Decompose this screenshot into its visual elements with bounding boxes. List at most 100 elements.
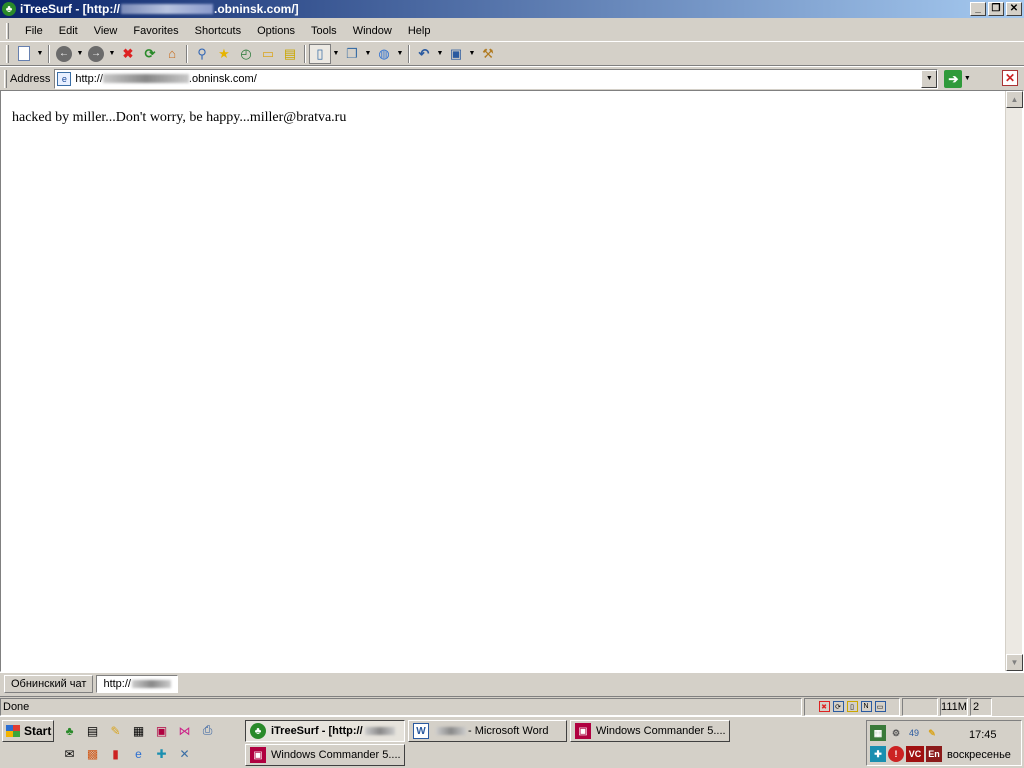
- language-indicator[interactable]: En: [926, 746, 942, 762]
- mail-launch-icon[interactable]: ✉: [60, 744, 79, 763]
- home-button[interactable]: ⌂: [161, 44, 183, 64]
- address-bar: Address e http:// .obninsk.com/ ▼ ➔ ▼ ✕: [0, 66, 1024, 90]
- notes-button[interactable]: ▤: [279, 44, 301, 64]
- vc-tray-icon[interactable]: VC: [906, 746, 924, 762]
- new-page-button[interactable]: [13, 44, 35, 64]
- taskbar-itreesurf-label: iTreeSurf - [http://: [271, 725, 363, 737]
- copy-button[interactable]: ❐: [341, 44, 363, 64]
- page-content[interactable]: hacked by miller...Don't worry, be happy…: [0, 90, 1024, 672]
- menu-favorites[interactable]: Favorites: [125, 25, 186, 37]
- page-mode-button[interactable]: ▯: [309, 43, 331, 64]
- favorites-button[interactable]: ★: [213, 44, 235, 64]
- undo-button[interactable]: ↶: [413, 44, 435, 64]
- menu-edit[interactable]: Edit: [51, 25, 86, 37]
- history-button[interactable]: ◴: [235, 44, 257, 64]
- scroll-up-button[interactable]: ▲: [1006, 91, 1023, 108]
- go-button[interactable]: ➔: [944, 69, 963, 88]
- window-icon: ▣: [449, 45, 463, 61]
- up-arrow-icon: ▲: [1010, 95, 1019, 104]
- block-icon[interactable]: ✖: [818, 701, 830, 712]
- menu-options[interactable]: Options: [249, 25, 303, 37]
- tab-obninsk-chat[interactable]: Обнинский чат: [4, 674, 94, 693]
- scroll-down-button[interactable]: ▼: [1006, 654, 1023, 671]
- status-icons: ✖ ⟳ ▯ N ▭: [804, 697, 900, 716]
- address-label: Address: [10, 72, 51, 85]
- close-page-button[interactable]: ✕: [1002, 70, 1018, 86]
- bow-launch-icon[interactable]: ⋈: [175, 721, 194, 740]
- back-dropdown[interactable]: ▼: [75, 44, 85, 64]
- address-url[interactable]: http:// .obninsk.com/: [75, 73, 256, 85]
- refresh-button[interactable]: ⟳: [139, 44, 161, 64]
- tab-current-page[interactable]: http://: [96, 674, 179, 693]
- copy-dropdown[interactable]: ▼: [363, 44, 373, 64]
- start-button[interactable]: Start: [2, 720, 54, 742]
- pencil-tray-icon[interactable]: ✎: [924, 725, 940, 741]
- chip-launch-icon[interactable]: ▦: [129, 721, 148, 740]
- h-launch-icon[interactable]: ✚: [152, 744, 171, 763]
- red-book-launch-icon[interactable]: ▮: [106, 744, 125, 763]
- wincmd-launch-icon[interactable]: ▣: [152, 721, 171, 740]
- notepad-launch-icon[interactable]: ▤: [83, 721, 102, 740]
- address-grip[interactable]: [4, 69, 7, 88]
- blurred-title: [364, 727, 395, 735]
- quick-launch-top: ♣ ▤ ✎ ▦ ▣ ⋈ ⎙: [60, 721, 217, 740]
- menu-help[interactable]: Help: [400, 25, 439, 37]
- stop-button[interactable]: ✖: [117, 44, 139, 64]
- close-button[interactable]: ✕: [1006, 2, 1022, 16]
- page-mode-dropdown[interactable]: ▼: [331, 44, 341, 64]
- menu-grip[interactable]: [6, 22, 9, 39]
- restore-button[interactable]: ❐: [988, 2, 1004, 16]
- minimize-button[interactable]: _: [970, 2, 986, 16]
- forward-button[interactable]: →: [85, 44, 107, 64]
- refresh-status-icon[interactable]: ⟳: [832, 701, 844, 712]
- pencil-launch-icon[interactable]: ✎: [106, 721, 125, 740]
- menu-shortcuts[interactable]: Shortcuts: [187, 25, 249, 37]
- taskbar-itreesurf[interactable]: ♣ iTreeSurf - [http://: [245, 720, 405, 742]
- menu-view[interactable]: View: [86, 25, 126, 37]
- menu-window[interactable]: Window: [345, 25, 400, 37]
- network-icon[interactable]: ▦: [870, 725, 886, 741]
- ie-page-icon: e: [57, 71, 72, 86]
- popup-icon[interactable]: ▯: [846, 701, 858, 712]
- new-page-dropdown[interactable]: ▼: [35, 44, 45, 64]
- toolbar-grip[interactable]: [6, 44, 9, 63]
- frame-icon[interactable]: ▭: [874, 701, 886, 712]
- n-icon[interactable]: N: [860, 701, 872, 712]
- taskbar-word-label: - Microsoft Word: [468, 725, 549, 737]
- clock[interactable]: 17:45: [969, 729, 997, 741]
- search-button[interactable]: ⚲: [191, 44, 213, 64]
- taskbar-wincmd-2[interactable]: ▣ Windows Commander 5....: [245, 744, 405, 766]
- word-icon: W: [413, 723, 429, 739]
- ie-launch-icon[interactable]: e: [129, 744, 148, 763]
- printer-launch-icon[interactable]: ⎙: [198, 721, 217, 740]
- counter-text[interactable]: 49: [906, 725, 922, 741]
- globe-icon: ◍: [378, 45, 390, 61]
- back-button[interactable]: ←: [53, 44, 75, 64]
- menu-file[interactable]: File: [17, 25, 51, 37]
- window-dropdown[interactable]: ▼: [467, 44, 477, 64]
- h-tray-icon[interactable]: ✚: [870, 746, 886, 762]
- forward-dropdown[interactable]: ▼: [107, 44, 117, 64]
- taskbar-wincmd-1[interactable]: ▣ Windows Commander 5....: [570, 720, 730, 742]
- undo-dropdown[interactable]: ▼: [435, 44, 445, 64]
- globe-button[interactable]: ◍: [373, 44, 395, 64]
- globe-dropdown[interactable]: ▼: [395, 44, 405, 64]
- status-bar: Done ✖ ⟳ ▯ N ▭ 111M 2: [0, 696, 1024, 716]
- address-dropdown-button[interactable]: ▼: [921, 69, 938, 88]
- address-input[interactable]: e http:// .obninsk.com/ ▼: [54, 68, 939, 89]
- toolbar: ▼ ← ▼ → ▼ ✖ ⟳ ⌂ ⚲ ★ ◴ ▭ ▤ ▯ ▼ ❐ ▼ ◍ ▼ ↶ …: [0, 42, 1024, 66]
- go-dropdown[interactable]: ▼: [962, 69, 972, 89]
- window-button[interactable]: ▣: [445, 44, 467, 64]
- taskbar-word[interactable]: W - Microsoft Word: [408, 720, 567, 742]
- itreesurf-launch-icon[interactable]: ♣: [60, 721, 79, 740]
- vertical-scrollbar[interactable]: ▲ ▼: [1005, 91, 1023, 671]
- status-text: Done: [0, 697, 802, 716]
- menu-tools[interactable]: Tools: [303, 25, 345, 37]
- tools-button[interactable]: ⚒: [477, 44, 499, 64]
- picture-launch-icon[interactable]: ▩: [83, 744, 102, 763]
- folder-button[interactable]: ▭: [257, 44, 279, 64]
- taskbar: Start ♣ ▤ ✎ ▦ ▣ ⋈ ⎙ ✉ ▩ ▮ e ✚ ✕ ♣ iTreeS…: [0, 716, 1024, 768]
- tools-tray-icon[interactable]: ⚙: [888, 725, 904, 741]
- x-launch-icon[interactable]: ✕: [175, 744, 194, 763]
- alert-tray-icon[interactable]: !: [888, 746, 904, 762]
